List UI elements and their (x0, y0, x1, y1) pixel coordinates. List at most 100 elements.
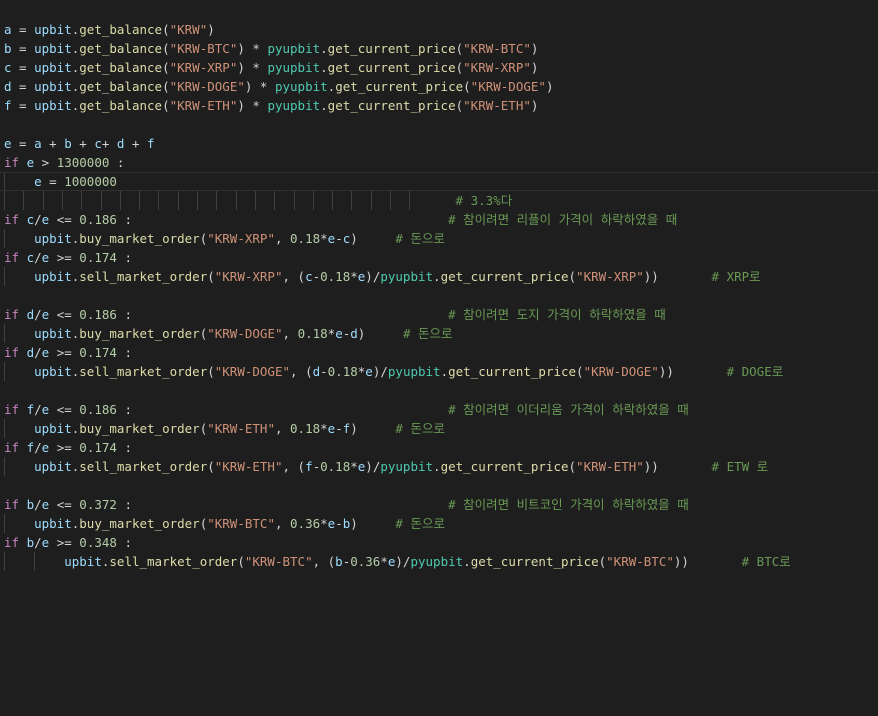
operator-token: / (34, 307, 42, 322)
operator-token: > (34, 155, 57, 170)
function-token: get_current_price (470, 554, 599, 569)
function-token: get_balance (79, 79, 163, 94)
variable-token: upbit (34, 516, 72, 531)
string-token: "KRW-XRP" (576, 269, 644, 284)
function-token: get_current_price (327, 60, 456, 75)
indent-guide (81, 191, 83, 210)
operator-token: , (274, 231, 291, 246)
indent-guide (4, 362, 5, 381)
variable-token: upbit (34, 364, 72, 379)
code-line[interactable]: ​ (0, 381, 878, 400)
operator-token (19, 155, 27, 170)
operator-token: ) (530, 41, 539, 56)
operator-token: . (320, 41, 328, 56)
comment-token: # 참이려면 리플이 가격이 하락하였을 때 (448, 212, 678, 227)
code-line[interactable]: d = upbit.get_balance("KRW-DOGE") * pyup… (0, 77, 878, 96)
code-line[interactable]: c = upbit.get_balance("KRW-XRP") * pyupb… (0, 58, 878, 77)
indent-guide (4, 229, 5, 248)
operator-token: - (335, 421, 343, 436)
code-editor[interactable]: a = upbit.get_balance("KRW") b = upbit.ge… (0, 0, 878, 716)
operator-token: / (34, 402, 42, 417)
operator-token: >= (49, 345, 80, 360)
code-line[interactable]: if b/e <= 0.372 : # 참이려면 비트코인 가격이 하락하였을 … (0, 495, 878, 514)
code-line[interactable]: upbit.buy_market_order("KRW-BTC", 0.36*e… (0, 514, 878, 533)
variable-token: c (94, 136, 102, 151)
indent-guide (42, 191, 44, 210)
operator-token: ( (162, 22, 170, 37)
operator-token (4, 174, 34, 189)
code-line[interactable]: upbit.sell_market_order("KRW-DOGE", (d-0… (0, 362, 878, 381)
function-token: get_current_price (448, 364, 577, 379)
function-token: sell_market_order (79, 364, 208, 379)
code-line-current[interactable]: e = 1000000 (0, 172, 878, 191)
operator-token: : (116, 345, 132, 360)
string-token: "KRW-BTC" (463, 41, 531, 56)
indent-guide (312, 191, 314, 210)
string-token: "KRW-XRP" (214, 269, 283, 284)
keyword-token: if (4, 212, 20, 227)
operator-token: , ( (312, 554, 336, 569)
indent-guide (235, 191, 237, 210)
code-line[interactable]: a = upbit.get_balance("KRW") (0, 20, 878, 39)
operator-token: = (11, 98, 35, 113)
operator-token (19, 497, 27, 512)
indent-guide (293, 191, 295, 210)
operator-token (4, 421, 34, 436)
operator-token: . (433, 459, 441, 474)
operator-token: * (320, 231, 328, 246)
operator-token: )/ (365, 269, 381, 284)
code-line[interactable]: upbit.sell_market_order("KRW-XRP", (c-0.… (0, 267, 878, 286)
operator-token: ) * (237, 98, 268, 113)
code-line[interactable]: upbit.sell_market_order("KRW-BTC", (b-0.… (0, 552, 878, 571)
variable-token: upbit (34, 79, 72, 94)
code-line[interactable]: if b/e >= 0.348 : (0, 533, 878, 552)
variable-token: e (365, 364, 373, 379)
string-token: "KRW-DOGE" (214, 364, 291, 379)
code-line[interactable]: upbit.buy_market_order("KRW-XRP", 0.18*e… (0, 229, 878, 248)
operator-token (4, 269, 34, 284)
operator-token: - (335, 231, 343, 246)
function-token: get_balance (79, 60, 163, 75)
variable-token: c (305, 269, 313, 284)
code-line[interactable]: if f/e <= 0.186 : # 참이려면 이더리움 가격이 하락하였을 … (0, 400, 878, 419)
code-line[interactable]: if d/e >= 0.174 : (0, 343, 878, 362)
operator-token: + (41, 136, 65, 151)
code-line[interactable]: ​ (0, 115, 878, 134)
operator-token (19, 345, 27, 360)
number-token: 0.18 (320, 269, 351, 284)
comment-token: # 돈으로 (395, 231, 445, 246)
code-line[interactable]: b = upbit.get_balance("KRW-BTC") * pyupb… (0, 39, 878, 58)
code-line[interactable]: upbit.buy_market_order("KRW-DOGE", 0.18*… (0, 324, 878, 343)
operator-token: )) (673, 554, 742, 569)
operator-token: ( (162, 60, 170, 75)
code-line[interactable]: f = upbit.get_balance("KRW-ETH") * pyupb… (0, 96, 878, 115)
code-line[interactable]: ​ (0, 286, 878, 305)
operator-token: ( (455, 60, 464, 75)
code-line[interactable]: e = a + b + c+ d + f (0, 134, 878, 153)
variable-token: b (26, 497, 35, 512)
operator-token: <= (49, 497, 80, 512)
operator-token: / (34, 212, 42, 227)
code-line[interactable]: ​ (0, 476, 878, 495)
function-token: sell_market_order (79, 269, 208, 284)
operator-token: = (11, 60, 35, 75)
operator-token: ) (207, 22, 215, 37)
string-token: "KRW-ETH" (576, 459, 644, 474)
code-line[interactable]: if c/e >= 0.174 : (0, 248, 878, 267)
code-line[interactable]: if c/e <= 0.186 : # 참이려면 리플이 가격이 하락하였을 때 (0, 210, 878, 229)
code-line[interactable]: # 3.3%다 (0, 191, 878, 210)
operator-token: . (440, 364, 449, 379)
string-token: "KRW-BTC" (606, 554, 674, 569)
code-line[interactable]: if e > 1300000 : (0, 153, 878, 172)
function-token: get_current_price (440, 459, 569, 474)
code-line[interactable]: if d/e <= 0.186 : # 참이려면 도지 가격이 하락하였을 때 (0, 305, 878, 324)
function-token: sell_market_order (109, 554, 238, 569)
comment-token: # 참이려면 이더리움 가격이 하락하였을 때 (448, 402, 689, 417)
number-token: 0.186 (79, 402, 117, 417)
code-line[interactable]: upbit.buy_market_order("KRW-ETH", 0.18*e… (0, 419, 878, 438)
variable-token: e (34, 174, 42, 189)
operator-token: : (116, 212, 449, 227)
indent-guide (4, 173, 5, 190)
code-line[interactable]: if f/e >= 0.174 : (0, 438, 878, 457)
code-line[interactable]: upbit.sell_market_order("KRW-ETH", (f-0.… (0, 457, 878, 476)
